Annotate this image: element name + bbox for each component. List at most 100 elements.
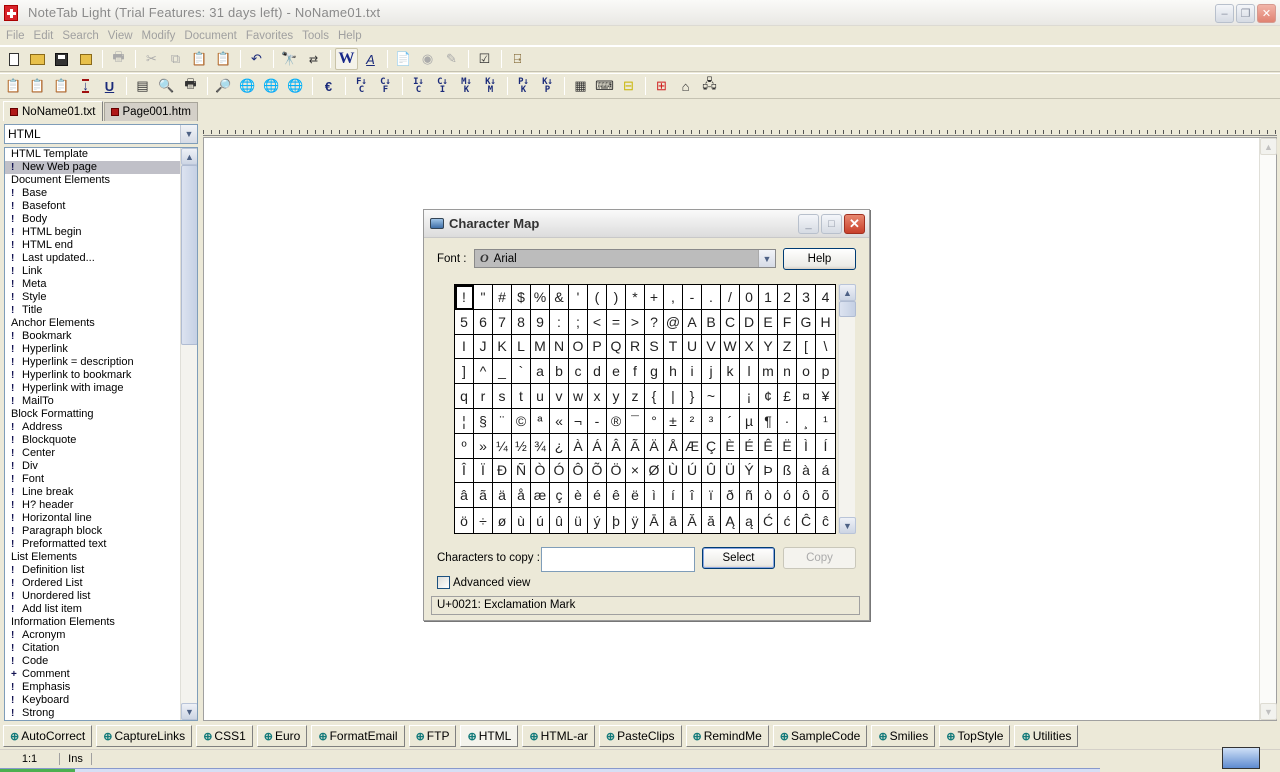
character-cell[interactable]: 3	[797, 285, 816, 310]
scroll-up-button[interactable]: ▲	[181, 148, 197, 165]
clipbook-tab[interactable]: ⊕ TopStyle	[939, 725, 1011, 747]
character-cell[interactable]: Ą	[721, 508, 740, 533]
clipboard-button[interactable]: 📄	[392, 48, 415, 70]
paste-lsl-button[interactable]: 📋	[50, 75, 73, 97]
character-cell[interactable]: É	[740, 433, 759, 459]
character-cell[interactable]: ć	[778, 508, 797, 533]
clip-item[interactable]: ! Keyboard	[5, 694, 180, 707]
character-cell[interactable]: ó	[778, 483, 797, 509]
character-cell[interactable]: á	[816, 459, 835, 484]
character-cell[interactable]: Ç	[702, 433, 721, 459]
character-cell[interactable]: ª	[531, 408, 550, 434]
character-cell[interactable]: ?	[645, 309, 664, 335]
character-cell[interactable]: I	[455, 334, 474, 360]
character-cell[interactable]: S	[645, 334, 664, 360]
character-cell[interactable]: F	[778, 309, 797, 335]
clip-item[interactable]: ! Hyperlink to bookmark	[5, 369, 180, 382]
clipbook-tab[interactable]: ⊕ CSS1	[196, 725, 253, 747]
font-select[interactable]: O Arial ▼	[474, 249, 776, 268]
character-cell[interactable]: ;	[569, 309, 588, 335]
character-cell[interactable]: \	[816, 335, 835, 360]
character-cell[interactable]: ì	[645, 483, 664, 509]
character-cell[interactable]: &	[550, 285, 569, 310]
character-cell[interactable]: !	[455, 285, 474, 310]
character-cell[interactable]: [	[797, 334, 816, 360]
paste-clip-button[interactable]: 📋	[2, 75, 25, 97]
tab-page001[interactable]: Page001.htm	[103, 102, 198, 121]
character-cell[interactable]: Þ	[759, 458, 778, 484]
properties-button[interactable]: ▤	[131, 75, 154, 97]
dialog-close-button[interactable]: ✕	[844, 214, 865, 234]
scroll-up-button[interactable]: ▲	[839, 284, 856, 301]
character-cell[interactable]: (	[588, 285, 607, 310]
web-abc-button[interactable]: 🌐	[236, 75, 259, 97]
character-cell[interactable]: Ê	[759, 433, 778, 459]
character-cell[interactable]: W	[721, 334, 740, 360]
character-cell[interactable]: 4	[816, 285, 835, 310]
character-cell[interactable]: ă	[702, 508, 721, 533]
home-button[interactable]: ⌂	[674, 75, 697, 97]
character-cell[interactable]: µ	[740, 408, 759, 434]
character-cell[interactable]: »	[474, 433, 493, 459]
save-button[interactable]	[50, 48, 73, 70]
character-cell[interactable]: Y	[759, 334, 778, 360]
character-cell[interactable]: Ó	[550, 458, 569, 484]
character-cell[interactable]: .	[702, 285, 721, 310]
clipbook-tab[interactable]: ⊕ SampleCode	[772, 725, 868, 747]
character-cell[interactable]: ā	[664, 508, 683, 533]
outline-button[interactable]: ☑	[473, 48, 496, 70]
clip-item[interactable]: ! Div	[5, 460, 180, 473]
character-cell[interactable]: ½	[512, 433, 531, 459]
clipbook-tab[interactable]: ⊕ Utilities	[1014, 725, 1079, 747]
clip-item[interactable]: ! Style	[5, 291, 180, 304]
character-cell[interactable]: Z	[778, 334, 797, 360]
character-cell[interactable]: Ĉ	[797, 508, 816, 533]
character-cell[interactable]: ^	[474, 359, 493, 385]
clip-item[interactable]: ! MailTo	[5, 395, 180, 408]
convert-k-m-button[interactable]: K↓ M	[479, 75, 502, 97]
character-cell[interactable]: ¢	[759, 384, 778, 409]
word-wrap-button[interactable]: W	[335, 48, 358, 70]
clip-item[interactable]: ! HTML end	[5, 239, 180, 252]
character-cell[interactable]: {	[645, 384, 664, 409]
scroll-up-button[interactable]: ▲	[1260, 138, 1277, 155]
character-cell[interactable]: Ù	[664, 458, 683, 484]
character-cell[interactable]: ê	[607, 483, 626, 509]
clip-item[interactable]: ! Hyperlink with image	[5, 382, 180, 395]
character-cell[interactable]: Ć	[759, 508, 778, 533]
character-cell[interactable]: w	[569, 384, 588, 409]
character-cell[interactable]: û	[550, 508, 569, 533]
clip-item[interactable]: ! Hyperlink	[5, 343, 180, 356]
character-cell[interactable]: Å	[664, 433, 683, 459]
character-cell[interactable]: Ā	[645, 508, 664, 533]
character-cell[interactable]: M	[531, 334, 550, 360]
character-cell[interactable]: D	[740, 309, 759, 335]
clip-item[interactable]: ! Font	[5, 473, 180, 486]
scroll-thumb[interactable]	[181, 165, 197, 345]
character-cell[interactable]: Õ	[588, 458, 607, 484]
advanced-view-checkbox[interactable]: Advanced view	[437, 576, 530, 589]
paste-special-button[interactable]: 📋	[212, 48, 235, 70]
convert-m-k-button[interactable]: M↓ K	[455, 75, 478, 97]
insert-mode[interactable]: Ins	[60, 752, 92, 765]
chevron-down-icon[interactable]: ▼	[180, 125, 197, 143]
characters-to-copy-input[interactable]	[541, 547, 695, 572]
convert-f-c-button[interactable]: F↓ C	[350, 75, 373, 97]
clip-item[interactable]: ! Acronym	[5, 629, 180, 642]
close-button[interactable]: ✕	[1257, 4, 1276, 23]
clip-item[interactable]: ! Bookmark	[5, 330, 180, 343]
undo-button[interactable]: ↶	[245, 48, 268, 70]
character-cell[interactable]: ´	[721, 408, 740, 434]
taskbar-button[interactable]	[1222, 747, 1260, 769]
font-button[interactable]: A	[359, 48, 382, 70]
character-cell[interactable]: Ì	[797, 433, 816, 459]
character-cell[interactable]: ø	[493, 508, 512, 533]
character-cell[interactable]: K	[493, 334, 512, 360]
menu-modify[interactable]: Modify	[138, 30, 180, 42]
character-cell[interactable]: Q	[607, 334, 626, 360]
clipbook-tab[interactable]: ⊕ CaptureLinks	[96, 725, 193, 747]
character-cell[interactable]: *	[626, 285, 645, 310]
thesaurus-button[interactable]: ✎	[440, 48, 463, 70]
character-cell[interactable]: ·	[778, 408, 797, 434]
character-cell[interactable]: ý	[588, 508, 607, 533]
